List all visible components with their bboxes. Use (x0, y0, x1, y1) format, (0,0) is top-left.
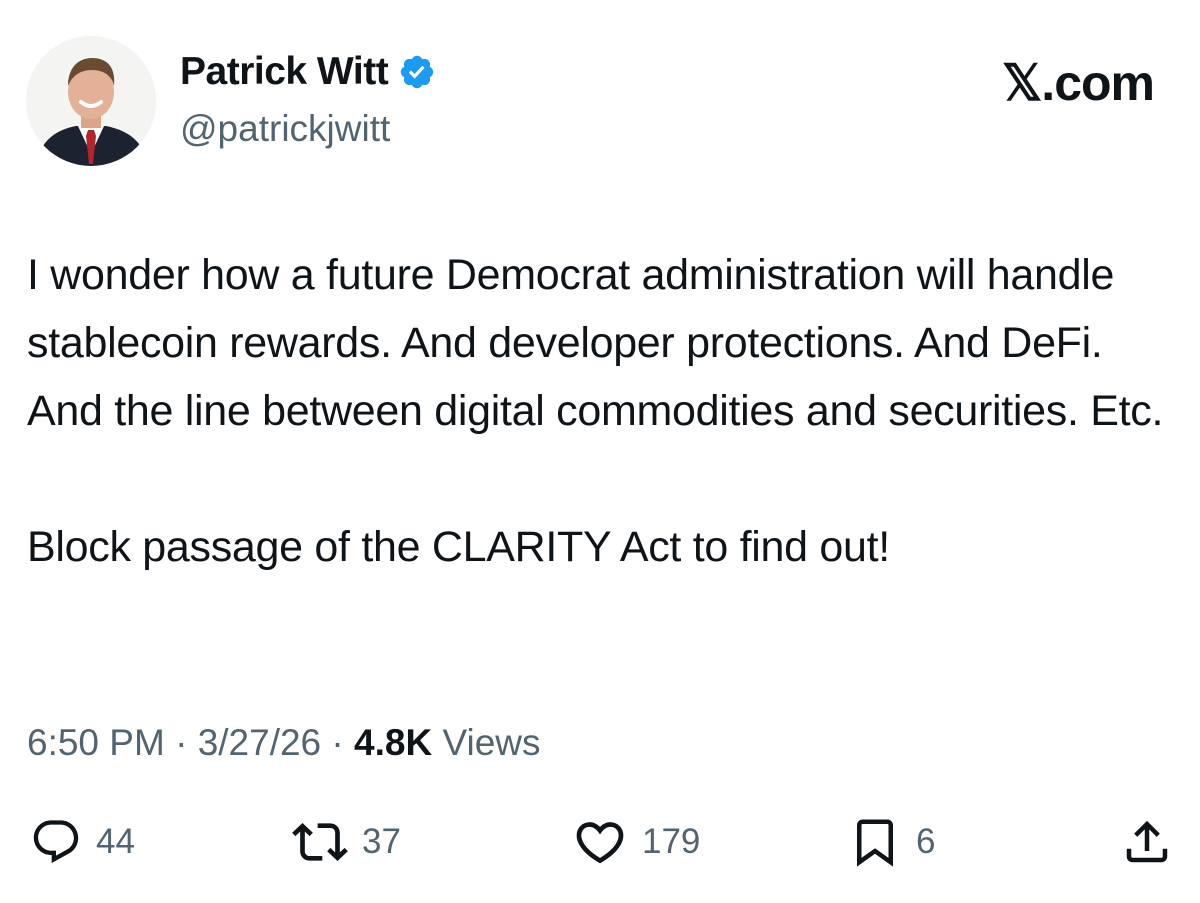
meta-separator: · (331, 722, 344, 763)
repost-icon[interactable] (292, 814, 348, 870)
share-icon[interactable] (1120, 815, 1174, 869)
share-button[interactable] (1120, 812, 1174, 872)
meta-separator: · (175, 722, 188, 763)
bookmark-count: 6 (916, 822, 936, 861)
tweet-paragraph: Block passage of the CLARITY Act to find… (27, 523, 890, 571)
author-handle[interactable]: @patrickjwitt (180, 108, 390, 150)
action-bar: 44 37 179 6 (0, 812, 1200, 872)
avatar-image (26, 36, 156, 166)
tweet-time[interactable]: 6:50 PM (27, 722, 165, 763)
tweet-paragraph: I wonder how a future Democrat administr… (27, 251, 1164, 435)
repost-button[interactable]: 37 (292, 812, 401, 872)
author-display-name[interactable]: Patrick Witt (180, 50, 389, 94)
tweet-meta: 6:50 PM · 3/27/26 · 4.8K Views (27, 722, 541, 764)
bookmark-icon[interactable] (848, 815, 902, 869)
tweet-text: I wonder how a future Democrat administr… (27, 241, 1177, 581)
views-count: 4.8K (354, 722, 433, 763)
author-name-row[interactable]: Patrick Witt (180, 50, 436, 94)
repost-count: 37 (362, 822, 401, 861)
bookmark-button[interactable]: 6 (848, 812, 935, 872)
reply-count: 44 (96, 822, 135, 861)
views-label: Views (442, 722, 541, 763)
like-button[interactable]: 179 (572, 812, 700, 872)
like-count: 179 (642, 822, 701, 861)
tweet-date[interactable]: 3/27/26 (198, 722, 321, 763)
site-label: 𝕏.com (1002, 55, 1155, 111)
reply-icon[interactable] (30, 816, 82, 868)
avatar[interactable] (26, 36, 156, 166)
verified-badge-icon[interactable] (398, 53, 436, 91)
reply-button[interactable]: 44 (30, 812, 135, 872)
heart-icon[interactable] (572, 814, 628, 870)
